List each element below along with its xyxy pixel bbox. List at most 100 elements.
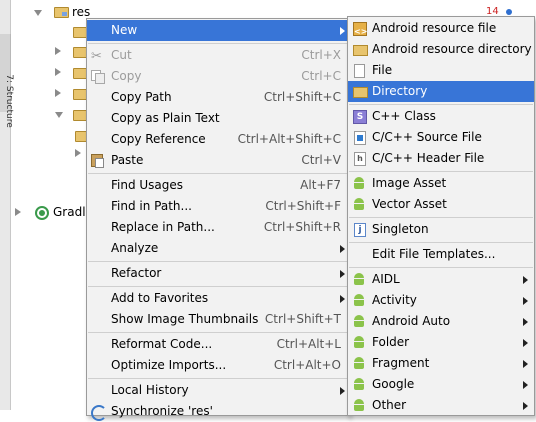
tree-row-res[interactable]: res xyxy=(34,3,94,21)
res-folder-icon xyxy=(54,7,69,18)
menu-item-analyze[interactable]: Analyze xyxy=(87,238,349,259)
menu-item-label: Copy Reference xyxy=(111,132,206,146)
submenu-item-folder[interactable]: Folder xyxy=(348,332,534,353)
submenu-item-android-auto[interactable]: Android Auto xyxy=(348,311,534,332)
copy-icon xyxy=(91,70,105,84)
menu-item-find-usages[interactable]: Find Usages Alt+F7 xyxy=(87,175,349,196)
android-icon xyxy=(353,357,365,369)
collapse-arrow-icon[interactable] xyxy=(55,68,61,76)
submenu-item-android-resource-directory[interactable]: Android resource directory xyxy=(348,39,534,60)
menu-separator xyxy=(349,217,533,218)
menu-separator xyxy=(88,43,348,44)
file-icon xyxy=(354,64,365,78)
menu-item-label: Synchronize 'res' xyxy=(111,404,213,418)
menu-item-label: Copy Path xyxy=(111,90,172,104)
menu-item-label: Local History xyxy=(111,383,189,397)
submenu-item-other[interactable]: Other xyxy=(348,395,534,416)
tree-row[interactable] xyxy=(55,105,88,123)
tree-row[interactable] xyxy=(55,84,88,102)
submenu-arrow-icon xyxy=(523,402,528,410)
gradle-icon xyxy=(35,206,49,220)
menu-item-replace-in-path[interactable]: Replace in Path... Ctrl+Shift+R xyxy=(87,217,349,238)
tree-row[interactable] xyxy=(55,42,88,60)
menu-item-show-image-thumbnails[interactable]: Show Image Thumbnails Ctrl+Shift+T xyxy=(87,309,349,330)
submenu-item-label: Android Auto xyxy=(372,314,451,328)
menu-item-copy-reference[interactable]: Copy Reference Ctrl+Alt+Shift+C xyxy=(87,129,349,150)
java-file-icon: j xyxy=(354,223,366,237)
submenu-item-label: C/C++ Source File xyxy=(372,130,482,144)
submenu-item-vector-asset[interactable]: Vector Asset xyxy=(348,194,534,215)
submenu-item-file[interactable]: File xyxy=(348,60,534,81)
submenu-item-google[interactable]: Google xyxy=(348,374,534,395)
menu-shortcut: Ctrl+Alt+L xyxy=(276,337,341,351)
menu-separator xyxy=(88,261,348,262)
android-icon xyxy=(353,198,365,210)
menu-separator xyxy=(88,173,348,174)
header-file-icon: h xyxy=(354,152,366,166)
submenu-item-label: AIDL xyxy=(372,272,400,286)
menu-item-reformat-code[interactable]: Reformat Code... Ctrl+Alt+L xyxy=(87,334,349,355)
expand-arrow-icon[interactable] xyxy=(55,112,63,118)
submenu-item-label: Android resource file xyxy=(372,21,497,35)
menu-item-cut[interactable]: Cut Ctrl+X xyxy=(87,45,349,67)
submenu-item-cpp-class[interactable]: S C++ Class xyxy=(348,106,534,127)
structure-tool-tab[interactable]: 7: Structure xyxy=(0,34,14,128)
tree-row-gradle[interactable]: Gradle xyxy=(15,203,93,221)
submenu-item-singleton[interactable]: j Singleton xyxy=(348,219,534,240)
submenu-item-label: Directory xyxy=(372,84,428,98)
android-icon xyxy=(353,378,365,390)
menu-item-new[interactable]: New xyxy=(87,20,349,41)
submenu-item-label: Fragment xyxy=(372,356,430,370)
tree-row[interactable] xyxy=(55,22,88,40)
menu-shortcut: Ctrl+V xyxy=(301,153,341,167)
submenu-item-label: Other xyxy=(372,398,407,412)
expand-arrow-icon[interactable] xyxy=(34,10,42,16)
menu-item-local-history[interactable]: Local History xyxy=(87,380,349,401)
tree-row[interactable] xyxy=(55,63,88,81)
submenu-item-image-asset[interactable]: Image Asset xyxy=(348,173,534,194)
collapse-arrow-icon[interactable] xyxy=(15,208,21,216)
submenu-item-fragment[interactable]: Fragment xyxy=(348,353,534,374)
menu-item-optimize-imports[interactable]: Optimize Imports... Ctrl+Alt+O xyxy=(87,355,349,376)
menu-item-label: Replace in Path... xyxy=(111,220,215,234)
menu-item-add-to-favorites[interactable]: Add to Favorites xyxy=(87,288,349,309)
menu-item-label: Cut xyxy=(111,48,132,62)
menu-separator xyxy=(88,286,348,287)
menu-item-copy-path[interactable]: Copy Path Ctrl+Shift+C xyxy=(87,87,349,108)
menu-shortcut: Ctrl+X xyxy=(301,48,341,62)
menu-item-refactor[interactable]: Refactor xyxy=(87,263,349,284)
menu-item-label: Show Image Thumbnails xyxy=(111,312,259,326)
menu-item-find-in-path[interactable]: Find in Path... Ctrl+Shift+F xyxy=(87,196,349,217)
menu-item-paste[interactable]: Paste Ctrl+V xyxy=(87,150,349,171)
submenu-arrow-icon xyxy=(523,318,528,326)
collapse-arrow-icon[interactable] xyxy=(55,47,61,55)
submenu-item-cpp-header-file[interactable]: h C/C++ Header File xyxy=(348,148,534,169)
menu-shortcut: Ctrl+Shift+R xyxy=(263,220,341,234)
submenu-item-activity[interactable]: Activity xyxy=(348,290,534,311)
menu-separator xyxy=(349,242,533,243)
menu-separator xyxy=(88,332,348,333)
menu-item-copy-plain-text[interactable]: Copy as Plain Text xyxy=(87,108,349,129)
submenu-arrow-icon xyxy=(523,297,528,305)
menu-item-label: Reformat Code... xyxy=(111,337,213,351)
structure-tab-label: 7: Structure xyxy=(4,74,14,128)
submenu-item-label: Edit File Templates... xyxy=(372,247,496,261)
submenu-item-aidl[interactable]: AIDL xyxy=(348,269,534,290)
menu-item-synchronize[interactable]: Synchronize 'res' xyxy=(87,401,349,422)
collapse-arrow-icon[interactable] xyxy=(55,89,61,97)
menu-shortcut: Alt+F7 xyxy=(300,178,341,192)
submenu-item-directory[interactable]: Directory xyxy=(348,81,534,102)
folder-icon xyxy=(353,45,368,56)
menu-item-label: Paste xyxy=(111,153,144,167)
submenu-item-label: Activity xyxy=(372,293,417,307)
submenu-item-label: Singleton xyxy=(372,222,429,236)
menu-item-copy[interactable]: Copy Ctrl+C xyxy=(87,66,349,87)
collapse-arrow-icon[interactable] xyxy=(75,149,81,157)
submenu-item-edit-file-templates[interactable]: Edit File Templates... xyxy=(348,244,534,265)
submenu-item-label: C/C++ Header File xyxy=(372,151,485,165)
android-icon xyxy=(353,336,365,348)
submenu-item-label: Google xyxy=(372,377,415,391)
submenu-item-android-resource-file[interactable]: Android resource file xyxy=(348,18,534,42)
submenu-item-cpp-source-file[interactable]: C/C++ Source File xyxy=(348,127,534,148)
submenu-arrow-icon xyxy=(523,276,528,284)
